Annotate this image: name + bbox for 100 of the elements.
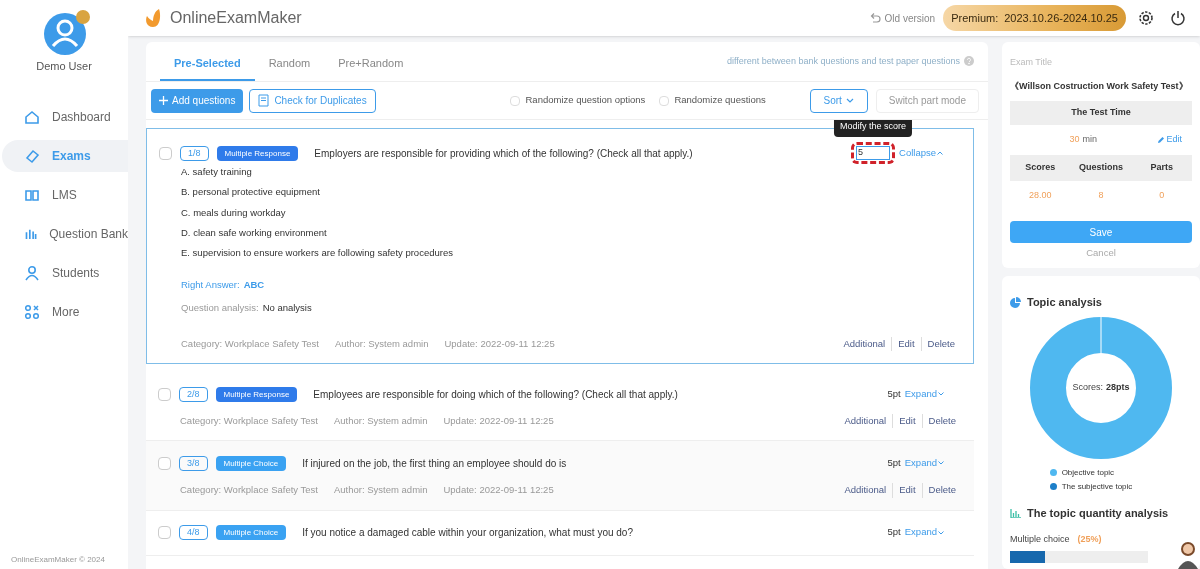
flame-logo-icon <box>144 8 162 28</box>
action-link[interactable]: Edit <box>891 336 921 351</box>
meta-text: Author: System admin <box>335 336 429 351</box>
brand-name: OnlineExamMaker <box>170 8 302 28</box>
question-text: Employees are responsible for doing which of the following? (Check all that apply.) <box>313 387 678 402</box>
home-icon <box>24 108 40 125</box>
score-text: 5pt <box>887 525 901 540</box>
score-value: 5 <box>858 146 864 160</box>
chevron-down-icon <box>938 392 944 396</box>
plus-icon <box>159 96 168 105</box>
checkbox[interactable] <box>158 526 171 539</box>
checkbox[interactable] <box>158 387 171 401</box>
action-link[interactable]: Additional <box>837 336 892 351</box>
person-icon <box>24 264 40 281</box>
checkbox[interactable] <box>659 95 670 106</box>
action-link[interactable]: Delete <box>921 414 962 429</box>
question-text: Employers are responsible for providing which of the following? (Check all that apply.) <box>314 146 693 161</box>
question-text: If injured on the job, the first thing an employee should do is <box>302 456 567 471</box>
action-link[interactable]: Additional <box>838 414 893 429</box>
action-link[interactable]: Delete <box>921 483 962 498</box>
tab[interactable]: Pre+Random <box>324 54 418 81</box>
document-icon <box>258 94 270 107</box>
analysis-label: Question analysis: <box>181 300 259 315</box>
bar-percent: (25%) <box>1077 533 1102 547</box>
question-type-tag: Multiple Choice <box>215 525 287 540</box>
score-input[interactable]: 5 <box>856 146 891 160</box>
stat-value: 28.00 <box>1028 189 1053 203</box>
tab[interactable]: Pre-Selected <box>160 54 255 81</box>
center-value: 28pts <box>1106 381 1130 394</box>
switch-part-mode-button[interactable]: Switch part mode <box>875 88 979 113</box>
question-number: 3/8 <box>179 455 208 471</box>
legend-label: Objective topic <box>1061 466 1115 479</box>
action-link[interactable]: Additional <box>838 483 893 498</box>
section-title: Topic analysis <box>1027 295 1102 311</box>
question-text: If you notice a damaged cable within your organization, what must you do? <box>302 526 633 540</box>
meta-text: Category: Workplace Safety Test <box>180 414 318 428</box>
answer-option: C. meals during workday <box>181 205 961 220</box>
meta-text: Update: 2022-09-11 12:25 <box>444 336 555 351</box>
old-version-text: Old version <box>884 11 936 26</box>
question-type-tag: Multiple Response <box>216 145 299 161</box>
sidebar-item[interactable]: More <box>2 295 128 328</box>
column-header: Parts <box>1149 161 1174 175</box>
premium-label: Premium: <box>951 10 999 26</box>
answer-option: A. safety training <box>181 165 961 180</box>
tooltip: Modify the score <box>834 120 913 137</box>
meta-text: Author: System admin <box>334 414 428 428</box>
question-number: 1/8 <box>180 145 209 161</box>
avatar-icon <box>43 8 93 56</box>
section-title: The topic quantity analysis <box>1027 505 1169 521</box>
question-type-tag: Multiple Choice <box>215 455 287 471</box>
check-duplicates-button[interactable]: Check for Duplicates <box>249 88 376 113</box>
pencil-icon <box>1156 136 1165 144</box>
toggle-link[interactable]: Expand <box>904 386 944 402</box>
old-version-link[interactable]: Old version <box>868 10 936 26</box>
stat-value: 0 <box>1158 189 1166 203</box>
tab[interactable]: Random <box>254 54 325 81</box>
table-header: The Test Time <box>1010 101 1192 125</box>
meta-text: Author: System admin <box>334 483 428 498</box>
time-value: 30 <box>1069 133 1080 147</box>
checkbox[interactable] <box>158 456 171 470</box>
analysis-value: No analysis <box>262 300 312 315</box>
exam-title-label: Exam Title <box>1010 56 1053 69</box>
undo-icon <box>868 12 881 24</box>
column-header: Questions <box>1078 161 1124 175</box>
add-questions-button[interactable]: Add questions <box>151 88 244 113</box>
sidebar-item[interactable]: Dashboard <box>2 100 128 133</box>
sidebar-item[interactable]: LMS <box>2 178 128 211</box>
question-type-tag: Multiple Response <box>215 386 298 402</box>
toggle-link[interactable]: Collapse <box>899 145 943 161</box>
center-label: Scores: <box>1072 381 1103 394</box>
sort-dropdown[interactable]: Sort <box>809 88 868 113</box>
meta-text: Category: Workplace Safety Test <box>180 483 318 498</box>
toggle-link[interactable]: Expand <box>904 525 944 540</box>
answer-option: E. supervision to ensure workers are following safety procedures <box>181 246 961 261</box>
time-unit: min <box>1082 133 1097 147</box>
action-link[interactable]: Delete <box>920 336 961 351</box>
checkbox[interactable] <box>510 95 521 106</box>
chevron-up-icon <box>937 151 943 155</box>
question-number: 2/8 <box>179 386 208 402</box>
chevron-down-icon <box>845 98 854 103</box>
grid-icon <box>24 303 40 320</box>
legend-label: The subjective topic <box>1061 480 1133 493</box>
question-number: 4/8 <box>179 525 208 540</box>
chevron-down-icon <box>938 530 944 535</box>
score-text: 5pt <box>887 456 901 471</box>
eraser-icon <box>24 147 40 164</box>
action-link[interactable]: Edit <box>892 483 922 498</box>
edit-link[interactable]: Edit <box>1156 133 1182 147</box>
sidebar-item[interactable]: Question Bank <box>2 217 128 250</box>
meta-text: Update: 2022-09-11 12:25 <box>443 483 554 498</box>
power-icon <box>1170 10 1186 26</box>
stat-value: 8 <box>1097 189 1105 203</box>
settings-icon <box>1138 10 1154 26</box>
action-link[interactable]: Edit <box>892 414 922 429</box>
pie-chart-icon <box>1010 297 1021 308</box>
help-icon <box>964 56 974 67</box>
bar-label: Multiple choice <box>1010 533 1070 547</box>
checkbox[interactable] <box>159 146 172 160</box>
sidebar-item[interactable]: Students <box>2 256 128 289</box>
meta-text: Update: 2022-09-11 12:25 <box>443 414 554 428</box>
